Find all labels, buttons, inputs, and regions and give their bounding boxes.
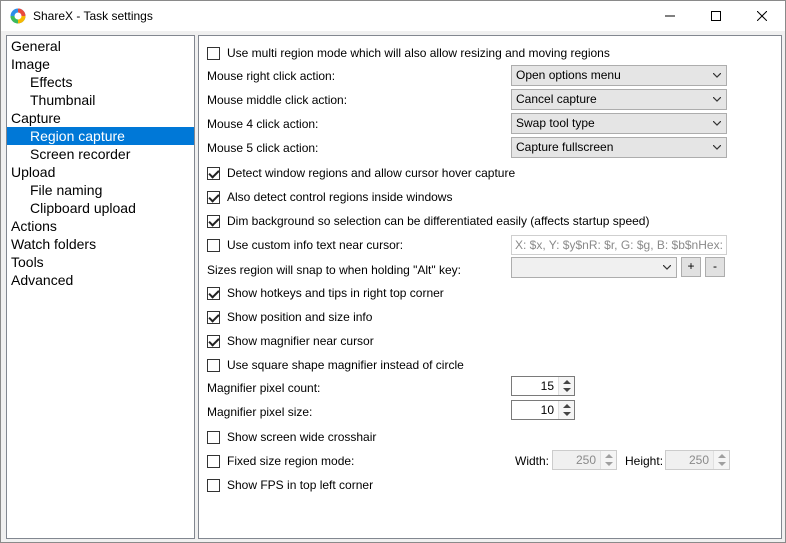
chevron-down-icon [713,121,721,126]
checkbox-box[interactable] [207,238,220,252]
position-size-checkbox[interactable]: Show position and size info [207,309,372,325]
nav-general[interactable]: General [7,37,194,55]
minimize-button[interactable] [647,1,693,31]
maximize-button[interactable] [693,1,739,31]
nav-advanced[interactable]: Advanced [7,271,194,289]
magnifier-size-label: Magnifier pixel size: [207,405,313,419]
checkbox-box[interactable] [207,166,220,180]
height-stepper[interactable]: 250 [665,450,730,470]
detect-window-checkbox[interactable]: Detect window regions and allow cursor h… [207,165,515,181]
nav-actions[interactable]: Actions [7,217,194,235]
magnifier-size-stepper[interactable]: 10 [511,400,575,420]
stepper-arrows[interactable] [558,401,574,419]
custom-info-textbox[interactable]: X: $x, Y: $y$nR: $r, G: $g, B: $b$nHex: … [511,235,727,255]
height-label: Height: [625,454,664,468]
title-bar: ShareX - Task settings [1,1,785,31]
mouse-middle-dropdown[interactable]: Cancel capture [511,89,727,110]
arrow-down-icon[interactable] [563,412,571,416]
nav-clipboard-upload[interactable]: Clipboard upload [7,199,194,217]
arrow-up-icon[interactable] [563,404,571,408]
nav-region-capture[interactable]: Region capture [7,127,194,145]
hotkeys-tips-checkbox[interactable]: Show hotkeys and tips in right top corne… [207,285,444,301]
stepper-arrows[interactable] [600,451,616,469]
mouse4-label: Mouse 4 click action: [207,117,319,131]
stepper-arrows[interactable] [713,451,729,469]
fixed-size-checkbox[interactable]: Fixed size region mode: [207,453,354,469]
nav-image[interactable]: Image [7,55,194,73]
magnifier-count-stepper[interactable]: 15 [511,376,575,396]
checkbox-box[interactable] [207,334,220,348]
arrow-down-icon[interactable] [605,462,613,466]
checkbox-box[interactable] [207,46,220,60]
width-stepper[interactable]: 250 [552,450,617,470]
task-settings-window: ShareX - Task settings General Image Eff… [0,0,786,543]
arrow-up-icon[interactable] [718,454,726,458]
checkbox-box[interactable] [207,430,220,444]
close-button[interactable] [739,1,785,31]
checkbox-box[interactable] [207,478,220,492]
show-fps-checkbox[interactable]: Show FPS in top left corner [207,477,373,493]
multi-region-checkbox[interactable]: Use multi region mode which will also al… [207,45,610,61]
nav-effects[interactable]: Effects [7,73,194,91]
stepper-arrows[interactable] [558,377,574,395]
chevron-down-icon [713,145,721,150]
nav-screen-recorder[interactable]: Screen recorder [7,145,194,163]
nav-file-naming[interactable]: File naming [7,181,194,199]
checkbox-box[interactable] [207,358,220,372]
mouse-right-label: Mouse right click action: [207,69,336,83]
mouse5-label: Mouse 5 click action: [207,141,319,155]
settings-tree: General Image Effects Thumbnail Capture … [6,35,195,539]
nav-upload[interactable]: Upload [7,163,194,181]
nav-thumbnail[interactable]: Thumbnail [7,91,194,109]
dim-background-checkbox[interactable]: Dim background so selection can be diffe… [207,213,649,229]
width-label: Width: [515,454,550,468]
nav-watch-folders[interactable]: Watch folders [7,235,194,253]
square-magnifier-checkbox[interactable]: Use square shape magnifier instead of ci… [207,357,464,373]
sharex-logo-icon [10,8,26,24]
mouse5-dropdown[interactable]: Capture fullscreen [511,137,727,158]
magnifier-checkbox[interactable]: Show magnifier near cursor [207,333,374,349]
window-title: ShareX - Task settings [33,9,153,23]
remove-snap-size-button[interactable]: - [705,257,725,277]
custom-info-checkbox[interactable]: Use custom info text near cursor: [207,237,403,253]
arrow-up-icon[interactable] [563,380,571,384]
nav-tools[interactable]: Tools [7,253,194,271]
add-snap-size-button[interactable]: + [681,257,701,277]
checkbox-box[interactable] [207,190,220,204]
arrow-up-icon[interactable] [605,454,613,458]
maximize-icon [711,11,721,21]
nav-capture[interactable]: Capture [7,109,194,127]
checkbox-box[interactable] [207,310,220,324]
chevron-down-icon [663,265,671,270]
mouse4-dropdown[interactable]: Swap tool type [511,113,727,134]
crosshair-checkbox[interactable]: Show screen wide crosshair [207,429,376,445]
chevron-down-icon [713,73,721,78]
region-capture-panel: Use multi region mode which will also al… [198,35,782,539]
checkbox-box[interactable] [207,286,220,300]
minimize-icon [665,15,675,17]
mouse-right-dropdown[interactable]: Open options menu [511,65,727,86]
snap-sizes-dropdown[interactable] [511,257,677,278]
chevron-down-icon [713,97,721,102]
arrow-down-icon[interactable] [718,462,726,466]
checkbox-box[interactable] [207,454,220,468]
mouse-middle-label: Mouse middle click action: [207,93,348,107]
checkbox-box[interactable] [207,214,220,228]
snap-sizes-label: Sizes region will snap to when holding "… [207,263,461,277]
magnifier-count-label: Magnifier pixel count: [207,381,321,395]
arrow-down-icon[interactable] [563,388,571,392]
detect-control-checkbox[interactable]: Also detect control regions inside windo… [207,189,452,205]
close-icon [757,11,767,21]
